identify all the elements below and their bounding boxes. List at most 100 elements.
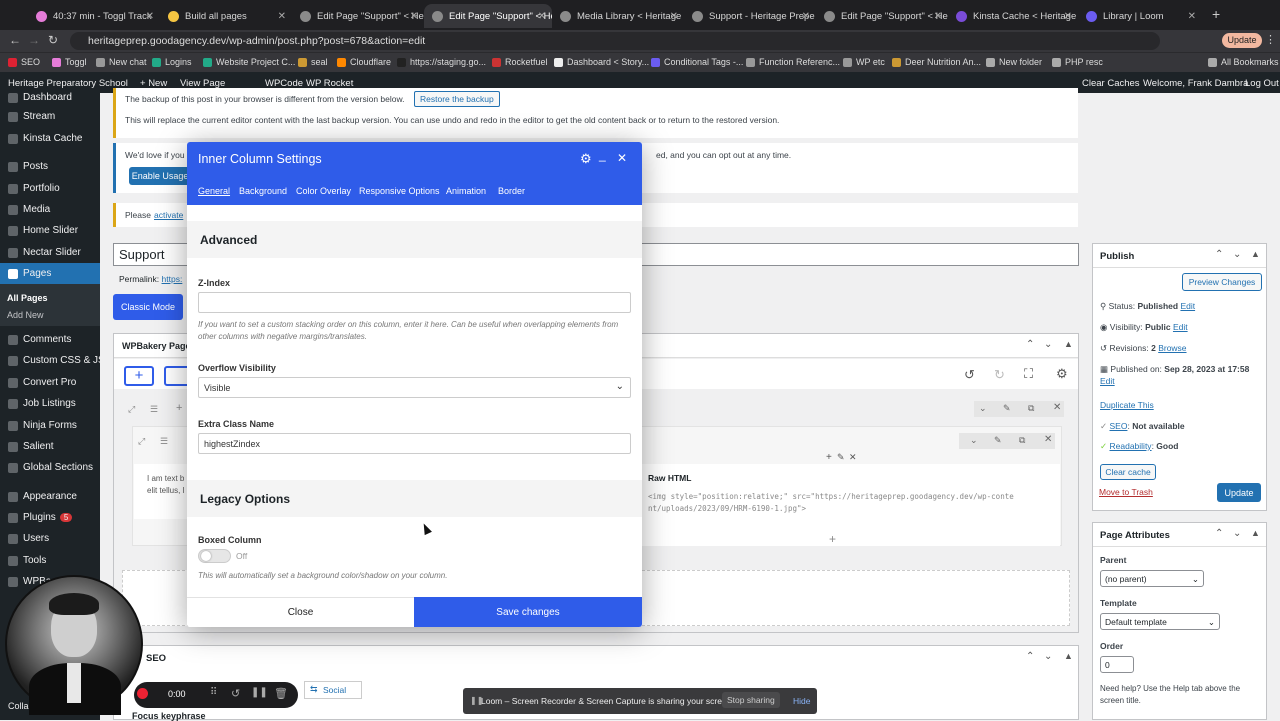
delete-icon[interactable]: ✕ [849, 452, 857, 463]
move-to-trash-link[interactable]: Move to Trash [1099, 487, 1153, 497]
tab-color-overlay[interactable]: Color Overlay [296, 186, 351, 196]
reload-icon[interactable]: ↻ [48, 33, 58, 47]
submenu-all-pages[interactable]: All Pages [7, 293, 48, 303]
browser-tab[interactable]: 40:37 min - Toggl Track ✕ [28, 4, 160, 28]
copy-icon[interactable]: ⧉ [1028, 403, 1034, 414]
triangle-up-icon[interactable]: ▲ [1251, 528, 1260, 538]
sidebar-item-users[interactable]: Users [8, 533, 49, 544]
template-select[interactable]: Default template ⌄ [1100, 613, 1220, 630]
menu-icon[interactable]: ⋮ [1265, 33, 1276, 46]
bookmark[interactable]: https://staging.go... [397, 57, 486, 67]
sidebar-item-ninja-forms[interactable]: Ninja Forms [8, 420, 77, 431]
webcam-bubble[interactable] [5, 575, 143, 715]
undo-icon[interactable]: ↺ [964, 367, 975, 383]
site-name-link[interactable]: Heritage Preparatory School [8, 78, 128, 89]
restart-icon[interactable]: ↺ [231, 687, 240, 700]
bookmark[interactable]: All Bookmarks [1208, 57, 1279, 67]
sidebar-item-stream[interactable]: Stream [8, 111, 55, 122]
drag-handle-icon[interactable]: ⠿ [210, 687, 217, 698]
browse-revisions-link[interactable]: Browse [1158, 343, 1186, 353]
readability-link[interactable]: Readability [1110, 441, 1152, 451]
triangle-up-icon[interactable]: ▲ [1064, 339, 1073, 349]
chevron-up-icon[interactable]: ⌃ [1215, 249, 1223, 260]
row-expand-icon[interactable]: ⤢ [128, 404, 135, 415]
stop-sharing-button[interactable]: Stop sharing [722, 692, 780, 708]
record-icon[interactable] [137, 688, 148, 699]
chevron-up-icon[interactable]: ⌃ [1026, 651, 1034, 662]
minimize-icon[interactable]: _ [599, 148, 606, 162]
trash-icon[interactable]: 🗑 [274, 687, 288, 700]
sidebar-item-nectar-slider[interactable]: Nectar Slider [8, 247, 81, 258]
triangle-up-icon[interactable]: ▲ [1064, 651, 1073, 661]
activate-link[interactable]: activate [154, 210, 183, 220]
bookmark[interactable]: WP etc [843, 57, 885, 67]
pencil-icon[interactable]: ✎ [994, 435, 1002, 446]
copy-icon[interactable]: ⧉ [1019, 435, 1025, 446]
sidebar-item-dashboard[interactable]: Dashboard [8, 92, 72, 103]
classic-mode-button[interactable]: Classic Mode [113, 294, 183, 320]
pencil-icon[interactable]: ✎ [837, 452, 845, 463]
close-icon[interactable]: ✕ [1064, 11, 1072, 22]
sidebar-item-pages[interactable]: Pages [8, 268, 51, 279]
duplicate-link[interactable]: Duplicate This [1100, 400, 1154, 410]
triangle-up-icon[interactable]: ▲ [1251, 249, 1260, 259]
inner-drag-icon[interactable]: ☰ [160, 436, 168, 447]
bookmark[interactable]: seal [298, 57, 328, 67]
inner-toggle-icon[interactable]: ⌄ [970, 435, 978, 446]
bookmark[interactable]: Deer Nutrition An... [892, 57, 981, 67]
forward-icon[interactable]: → [28, 33, 40, 47]
visibility-edit-link[interactable]: Edit [1173, 322, 1188, 332]
bookmark[interactable]: Dashboard < Story... [554, 57, 649, 67]
bookmark[interactable]: Toggl [52, 57, 87, 67]
close-icon[interactable]: ✕ [278, 11, 286, 22]
browser-update-button[interactable]: Update [1222, 33, 1262, 48]
close-button[interactable]: Close [187, 597, 414, 627]
bookmark[interactable]: PHP resc [1052, 57, 1103, 67]
sidebar-item-convert-pro[interactable]: Convert Pro [8, 377, 76, 388]
browser-tab[interactable]: Edit Page "Support" < He ✕ [816, 4, 948, 28]
tab-background[interactable]: Background [239, 186, 287, 196]
overflow-visibility-select[interactable]: Visible ⌄ [198, 377, 631, 398]
add-element-icon[interactable]: + [829, 532, 836, 546]
close-icon[interactable]: ✕ [802, 11, 810, 22]
welcome-user[interactable]: Welcome, Frank Dambra [1143, 78, 1248, 89]
collapse-menu[interactable]: Colla [8, 701, 29, 711]
browser-tab[interactable]: Support - Heritage Prepe ✕ [684, 4, 816, 28]
parent-select[interactable]: (no parent) ⌄ [1100, 570, 1204, 587]
bookmark[interactable]: SEO [8, 57, 40, 67]
column-add-icon[interactable]: + [826, 452, 832, 463]
browser-tab[interactable]: Library | Loom ✕ [1078, 4, 1202, 28]
bookmark[interactable]: Website Project C... [203, 57, 295, 67]
close-icon[interactable]: ✕ [538, 11, 546, 22]
chevron-down-icon[interactable]: ⌄ [1044, 651, 1052, 662]
clear-caches-link[interactable]: Clear Caches [1082, 78, 1140, 89]
close-icon[interactable]: ✕ [934, 11, 942, 22]
chevron-up-icon[interactable]: ⌃ [1026, 339, 1034, 350]
chevron-down-icon[interactable]: ⌄ [1233, 249, 1241, 260]
gear-icon[interactable]: ⚙ [1056, 366, 1068, 382]
extra-class-input[interactable]: highestZindex [198, 433, 631, 454]
chevron-down-icon[interactable]: ⌄ [1044, 339, 1052, 350]
row-drag-icon[interactable]: ☰ [150, 404, 158, 415]
logout-link[interactable]: Log Out [1245, 78, 1279, 89]
sidebar-item-plugins[interactable]: Plugins 5 [8, 512, 73, 523]
bookmark[interactable]: New folder [986, 57, 1042, 67]
sidebar-item-home-slider[interactable]: Home Slider [8, 225, 78, 236]
browser-tab[interactable]: Media Library < Heritage ✕ [552, 4, 684, 28]
permalink-link[interactable]: https: [162, 274, 183, 284]
browser-tab-active[interactable]: Edit Page "Support" < He ✕ [424, 4, 552, 28]
zindex-input[interactable] [198, 292, 631, 313]
sidebar-item-salient[interactable]: Salient [8, 441, 54, 452]
bookmark[interactable]: New chat [96, 57, 147, 67]
bookmark[interactable]: Cloudflare [337, 57, 391, 67]
sidebar-item-comments[interactable]: Comments [8, 334, 71, 345]
bookmark[interactable]: Function Referenc... [746, 57, 840, 67]
address-bar[interactable]: heritageprep.goodagency.dev/wp-admin/pos… [70, 32, 1160, 50]
delete-icon[interactable]: ✕ [1053, 402, 1061, 413]
bookmark[interactable]: Rocketfuel [492, 57, 548, 67]
bookmark[interactable]: Logins [152, 57, 192, 67]
close-icon[interactable]: ✕ [1188, 11, 1196, 22]
update-button[interactable]: Update [1217, 483, 1261, 502]
chevron-up-icon[interactable]: ⌃ [1215, 528, 1223, 539]
back-icon[interactable]: ← [9, 33, 21, 47]
